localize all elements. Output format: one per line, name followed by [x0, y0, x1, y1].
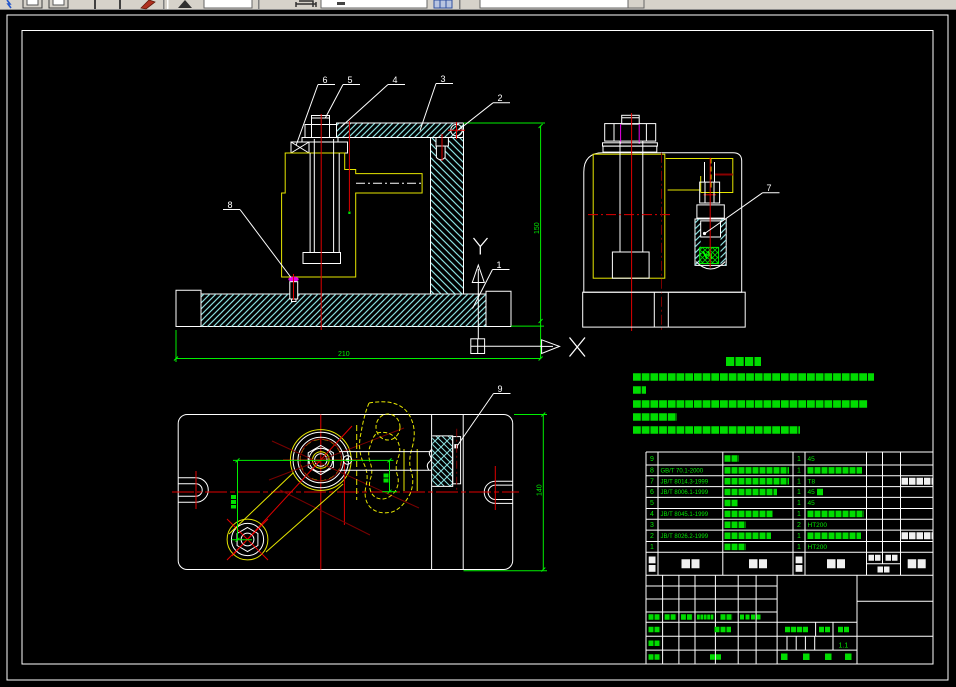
- svg-text:1: 1: [797, 533, 801, 540]
- svg-text:1.1: 1.1: [839, 643, 849, 650]
- svg-text:9: 9: [498, 384, 503, 394]
- svg-text:1: 1: [797, 489, 801, 496]
- svg-text:4: 4: [393, 75, 398, 85]
- svg-text:2: 2: [797, 522, 801, 529]
- svg-text:5: 5: [348, 75, 353, 85]
- svg-text:JB/T 8006.1-1999: JB/T 8006.1-1999: [661, 490, 709, 496]
- svg-text:2: 2: [650, 533, 654, 540]
- svg-text:1: 1: [797, 544, 801, 551]
- svg-text:6: 6: [323, 75, 328, 85]
- svg-text:HT200: HT200: [808, 522, 828, 529]
- svg-text:T8: T8: [808, 478, 816, 485]
- svg-text:3: 3: [650, 522, 654, 529]
- svg-text:8: 8: [650, 468, 654, 475]
- svg-text:210: 210: [338, 351, 350, 358]
- svg-text:HT200: HT200: [808, 544, 828, 551]
- svg-text:1: 1: [797, 468, 801, 475]
- svg-text:1: 1: [497, 260, 502, 270]
- svg-text:7: 7: [767, 183, 772, 193]
- svg-text:JB/T 8045.1-1999: JB/T 8045.1-1999: [661, 512, 709, 518]
- svg-text:1: 1: [650, 544, 654, 551]
- svg-text:45: 45: [808, 489, 816, 496]
- svg-text:6: 6: [650, 489, 654, 496]
- svg-text:1: 1: [797, 456, 801, 463]
- svg-text:8: 8: [228, 200, 233, 210]
- svg-text:1: 1: [797, 478, 801, 485]
- svg-text:9: 9: [650, 456, 654, 463]
- svg-text:3: 3: [441, 74, 446, 84]
- svg-text:5: 5: [650, 500, 654, 507]
- svg-text:45: 45: [808, 500, 816, 507]
- svg-text:GB/T 70.1-2000: GB/T 70.1-2000: [661, 469, 704, 475]
- svg-text:2: 2: [498, 93, 503, 103]
- svg-text:4: 4: [650, 511, 654, 518]
- svg-text:150: 150: [534, 222, 541, 234]
- svg-text:45: 45: [808, 456, 816, 463]
- svg-text:1: 1: [797, 500, 801, 507]
- svg-text:140: 140: [537, 484, 544, 496]
- svg-text:7: 7: [650, 478, 654, 485]
- svg-text:JB/T 8026.2-1999: JB/T 8026.2-1999: [661, 534, 709, 540]
- svg-text:1: 1: [797, 511, 801, 518]
- svg-text:JB/T 8014.3-1999: JB/T 8014.3-1999: [661, 479, 709, 485]
